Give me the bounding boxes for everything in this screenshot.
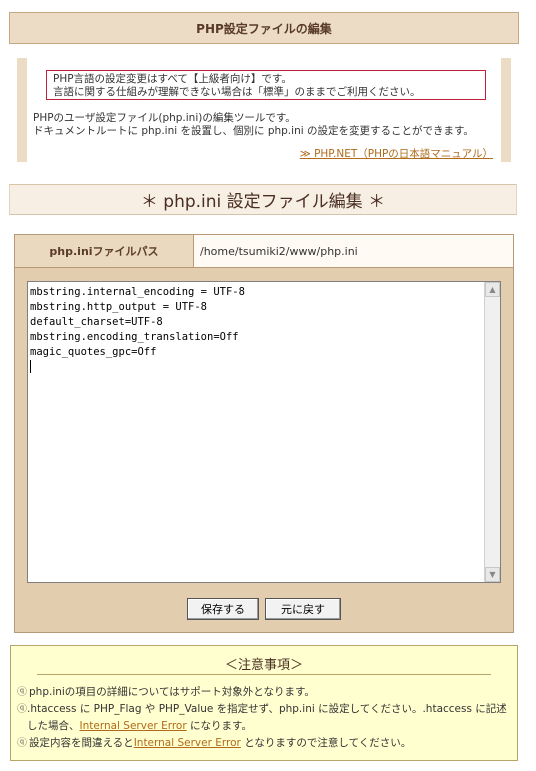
notice-item-1: php.iniの項目の詳細についてはサポート対象外となります。 — [29, 686, 315, 698]
notice-list: ⓠ php.iniの項目の詳細についてはサポート対象外となります。 ⓠ .hta… — [17, 684, 509, 752]
notice-box: ＜注意事項＞ ⓠ php.iniの項目の詳細についてはサポート対象外となります。… — [10, 645, 518, 761]
php-net-link[interactable]: ≫ PHP.NET（PHPの日本語マニュアル） — [300, 146, 493, 161]
scroll-down-arrow-icon[interactable]: ▼ — [485, 567, 500, 582]
path-row: php.iniファイルパス /home/tsumiki2/www/php.ini — [15, 235, 513, 268]
description-line-1: PHPのユーザ設定ファイル(php.ini)の編集ツールです。 — [33, 112, 296, 124]
description-line-2: ドキュメントルートに php.ini を設置し、個別に php.ini の設定を… — [33, 125, 474, 137]
warning-line-1: PHP言語の設定変更はすべて【上級者向け】です。 — [53, 73, 292, 85]
notice-item: ⓠ .htaccess に PHP_Flag や PHP_Value を指定せず… — [17, 701, 509, 735]
info-box: PHP言語の設定変更はすべて【上級者向け】です。 言語に関する仕組みが理解できな… — [17, 58, 511, 162]
php-ini-textarea[interactable]: mbstring.internal_encoding = UTF-8 mbstr… — [27, 281, 501, 583]
notice-title: ＜注意事項＞ — [224, 658, 303, 673]
page-title: PHP設定ファイルの編集 — [9, 12, 519, 44]
editor-content[interactable]: mbstring.internal_encoding = UTF-8 mbstr… — [30, 285, 482, 580]
notice-divider — [37, 674, 491, 675]
path-label: php.iniファイルパス — [15, 235, 194, 267]
warning-box: PHP言語の設定変更はすべて【上級者向け】です。 言語に関する仕組みが理解できな… — [46, 70, 486, 100]
notice-item-3: 設定内容を間違えるとInternal Server Error となりますので注… — [29, 737, 412, 749]
section-title: ＊ php.ini 設定ファイル編集 ＊ — [9, 184, 517, 215]
info-bubble-icon: ⓠ — [17, 687, 27, 698]
scroll-up-arrow-icon[interactable]: ▲ — [485, 282, 500, 297]
text-caret — [30, 360, 31, 373]
notice-item: ⓠ php.iniの項目の詳細についてはサポート対象外となります。 — [17, 684, 509, 701]
path-value: /home/tsumiki2/www/php.ini — [194, 235, 513, 267]
save-button[interactable]: 保存する — [187, 598, 259, 620]
notice-item-2: .htaccess に PHP_Flag や PHP_Value を指定せず、p… — [27, 703, 507, 732]
description: PHPのユーザ設定ファイル(php.ini)の編集ツールです。 ドキュメントルー… — [33, 112, 503, 138]
internal-server-error-link[interactable]: Internal Server Error — [80, 720, 187, 732]
internal-server-error-link[interactable]: Internal Server Error — [134, 737, 241, 749]
editor-panel: php.iniファイルパス /home/tsumiki2/www/php.ini… — [14, 234, 514, 633]
warning-line-2: 言語に関する仕組みが理解できない場合は「標準」のままでご利用ください。 — [53, 86, 421, 98]
reset-button[interactable]: 元に戻す — [265, 598, 341, 620]
notice-item: ⓠ 設定内容を間違えるとInternal Server Error となりますの… — [17, 735, 509, 752]
vertical-scrollbar[interactable]: ▲ ▼ — [484, 282, 500, 582]
info-bubble-icon: ⓠ — [17, 738, 27, 749]
info-bubble-icon: ⓠ — [17, 704, 27, 715]
